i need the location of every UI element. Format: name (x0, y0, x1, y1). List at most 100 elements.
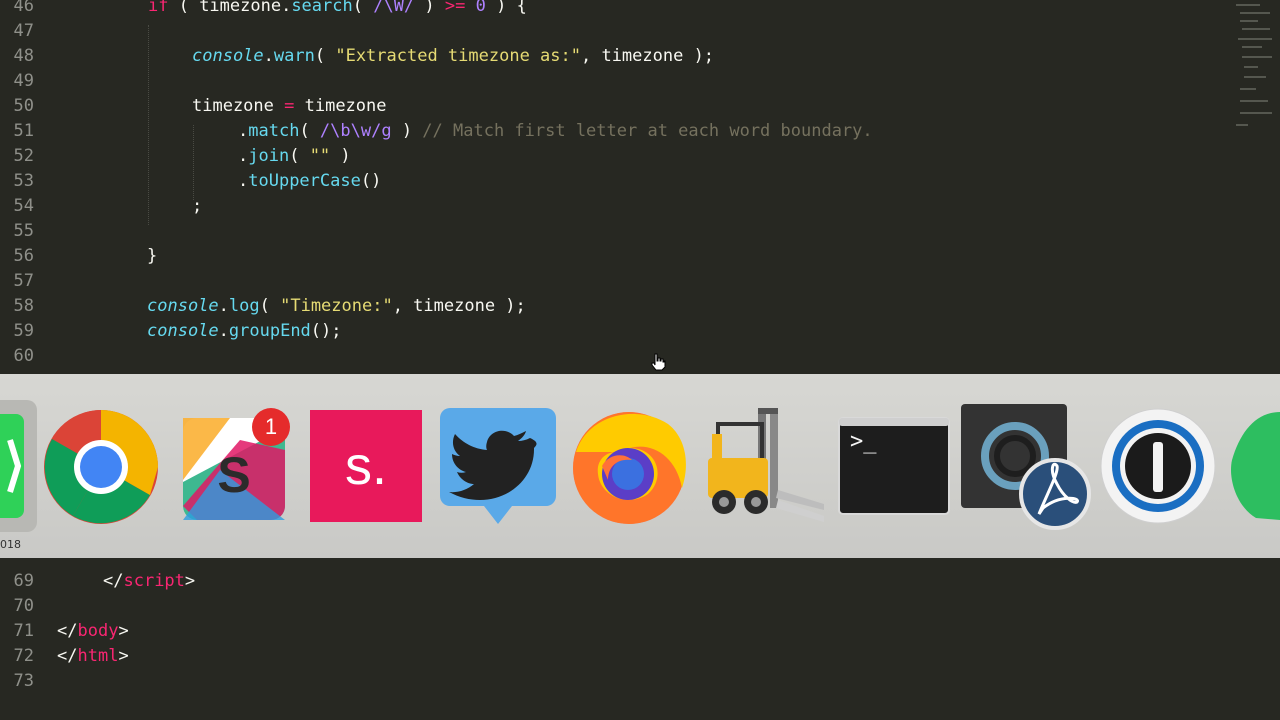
code-token: // Match first letter at each word bound… (422, 121, 873, 141)
line-number: 69 (13, 571, 34, 591)
code-line[interactable]: 55 (0, 219, 1230, 244)
code-text: .toUpperCase() (238, 169, 381, 194)
code-editor[interactable]: 46 if ( timezone.search( /\W/ ) >= 0 ) { … (0, 0, 1280, 720)
code-token: ( (299, 121, 320, 141)
line-number: 47 (13, 21, 34, 41)
code-line[interactable]: 49 (0, 69, 1230, 94)
code-token: script (123, 571, 185, 591)
code-text: } (147, 244, 157, 269)
code-token: ; (192, 196, 203, 216)
code-token: "Extracted timezone as:" (335, 46, 581, 66)
dock-app-1password[interactable] (1100, 408, 1216, 524)
code-line[interactable]: 70 (0, 594, 1230, 619)
code-token: if (148, 0, 169, 16)
chrome-icon (44, 410, 158, 524)
dock-app-slack[interactable]: S 1 (180, 408, 290, 522)
code-line[interactable]: 53 .toUpperCase() (0, 169, 1230, 194)
line-number: 70 (13, 596, 34, 616)
firefox-icon (573, 412, 686, 524)
code-token: console (147, 321, 219, 341)
code-token: search (291, 0, 353, 16)
code-token: log (228, 296, 260, 316)
line-number: 73 (13, 671, 34, 691)
code-token: ( timezone. (168, 0, 292, 16)
dock-fragment-label: 018 (0, 538, 21, 551)
code-token: > (118, 621, 129, 641)
dock-app-transmit[interactable] (698, 404, 826, 528)
code-line[interactable]: 50 timezone = timezone (0, 94, 1230, 119)
simplenote-glyph: s. (344, 436, 387, 496)
code-token: </ (57, 621, 78, 641)
dock-app-tweetbot[interactable] (440, 408, 556, 526)
code-line[interactable]: 57 (0, 269, 1230, 294)
code-text: console.groupEnd(); (147, 319, 342, 344)
line-number: 57 (13, 271, 34, 291)
code-token: /\b\w/g (319, 121, 392, 141)
code-token: match (248, 121, 300, 141)
line-number: 59 (13, 321, 34, 341)
code-line[interactable]: 56} (0, 244, 1230, 269)
code-line[interactable]: 59 console.groupEnd(); (0, 319, 1230, 344)
line-number: 71 (13, 621, 34, 641)
code-line[interactable]: 60 (0, 344, 1230, 369)
dock-app-simplenote[interactable]: s. (310, 410, 422, 522)
code-token: ) (391, 121, 423, 141)
code-token: toUpperCase (248, 171, 361, 191)
line-number: 51 (13, 121, 34, 141)
code-text: </html> (57, 644, 129, 669)
messages-icon (0, 400, 37, 532)
terminal-prompt: >_ (850, 429, 877, 454)
code-token: . (238, 171, 249, 191)
line-number: 60 (13, 346, 34, 366)
code-line[interactable]: 54; (0, 194, 1230, 219)
hand-cursor-icon (651, 353, 666, 371)
dock-app-chrome[interactable] (43, 409, 159, 525)
code-line[interactable]: 69 </script> (0, 569, 1230, 594)
dock-app-firefox[interactable] (568, 404, 690, 528)
dock-app-messages[interactable] (0, 400, 37, 532)
dock-app-terminal[interactable]: >_ (838, 417, 950, 515)
code-token: . (218, 321, 229, 341)
code-text: .match( /\b\w/g ) // Match first letter … (238, 119, 873, 144)
code-token: "Timezone:" (280, 296, 393, 316)
code-token: ( (289, 146, 310, 166)
code-token: ) (330, 146, 351, 166)
line-number: 52 (13, 146, 34, 166)
line-number: 72 (13, 646, 34, 666)
line-number: 56 (13, 246, 34, 266)
code-line[interactable]: 73 (0, 669, 1230, 694)
code-text: console.log( "Timezone:", timezone ); (147, 294, 526, 319)
code-token: warn (273, 46, 315, 66)
twitter-bird-icon (440, 408, 556, 524)
code-token: /\W/ (373, 0, 415, 16)
dock-app-acrobat[interactable] (961, 404, 1091, 530)
forklift-icon (708, 408, 824, 522)
dock-app-evernote[interactable] (1226, 408, 1280, 524)
code-line[interactable]: 51 .match( /\b\w/g ) // Match first lette… (0, 119, 1230, 144)
notification-badge: 1 (252, 408, 290, 446)
code-line[interactable]: 72 </html> (0, 644, 1230, 669)
code-token: . (238, 146, 249, 166)
code-line[interactable]: 46 if ( timezone.search( /\W/ ) >= 0 ) { (0, 0, 1230, 19)
code-token: , timezone ); (580, 46, 715, 66)
line-number: 58 (13, 296, 34, 316)
code-token: timezone (192, 96, 285, 116)
minimap[interactable] (1232, 0, 1274, 140)
code-line[interactable]: 48 console.warn( "Extracted timezone as:"… (0, 44, 1230, 69)
dock: S 1 s. >_ (0, 374, 1280, 558)
code-token: >= (444, 0, 466, 16)
code-line[interactable]: 58 console.log( "Timezone:", timezone ); (0, 294, 1230, 319)
code-line[interactable]: 47 (0, 19, 1230, 44)
code-token: "" (309, 146, 331, 166)
code-token: console (192, 46, 264, 66)
code-line[interactable]: 52 .join( "" ) (0, 144, 1230, 169)
code-text: </script> (103, 569, 195, 594)
code-token: timezone (294, 96, 387, 116)
code-token: console (147, 296, 219, 316)
line-number: 48 (13, 46, 34, 66)
code-line[interactable]: 71 </body> (0, 619, 1230, 644)
code-token: ) (414, 0, 445, 16)
code-token: () (360, 171, 382, 191)
code-token: . (238, 121, 249, 141)
